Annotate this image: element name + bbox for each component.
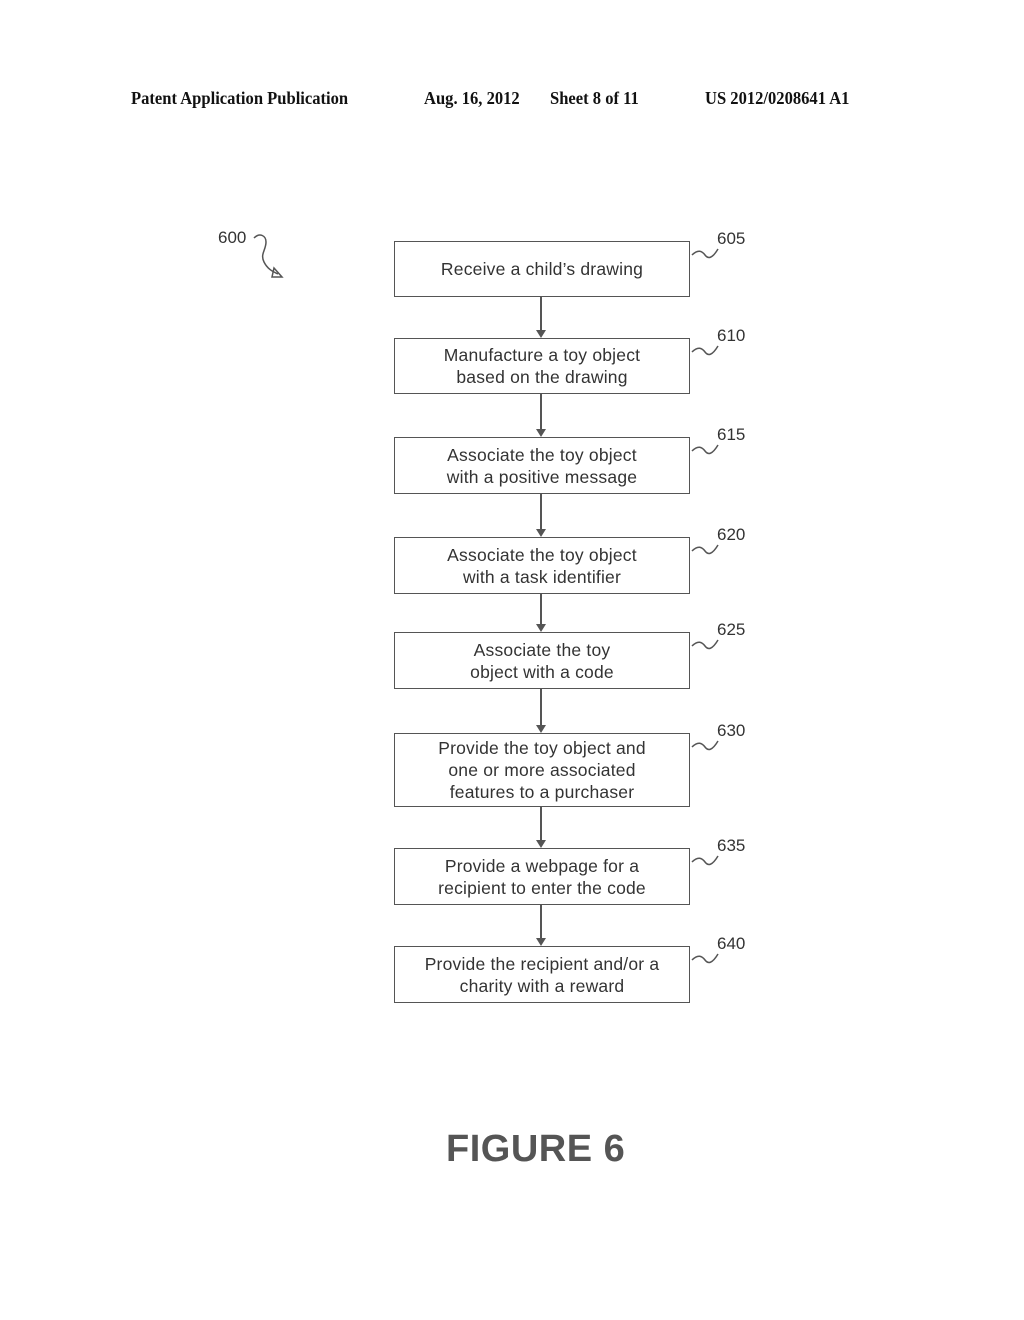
step-text-line: Manufacture a toy object — [443, 345, 641, 365]
flow-arrow — [536, 689, 546, 733]
leader-line-icon — [691, 544, 719, 555]
step-text-line: with a positive message — [446, 466, 638, 487]
step-text-line: one or more associated — [448, 760, 636, 780]
figure-reference-number: 600 — [218, 228, 247, 247]
flow-step-605: Receive a child’s drawing — [394, 241, 690, 297]
step-text-line: Provide a webpage for a — [444, 855, 640, 876]
flow-step-610: Manufacture a toy object based on the dra… — [394, 338, 690, 394]
leader-line-icon — [691, 855, 719, 866]
flow-step-620: Associate the toy object with a task iden… — [394, 537, 690, 594]
step-text-line: Receive a child’s drawing — [440, 259, 644, 279]
step-text-line: Provide the toy object and — [438, 738, 646, 758]
step-text-line: Associate the toy object — [447, 544, 637, 565]
publication-date: Aug. 16, 2012 — [424, 88, 520, 108]
leader-line-icon — [691, 740, 719, 751]
leader-line-icon — [691, 444, 719, 455]
flow-step-640: Provide the recipient and/or a charity wi… — [394, 946, 690, 1003]
step-text-line: recipient to enter the code — [438, 877, 646, 898]
reference-arrow-icon — [253, 234, 284, 278]
flow-arrow — [536, 494, 546, 537]
leader-line-icon — [691, 953, 719, 964]
publication-number: US 2012/0208641 A1 — [705, 88, 850, 108]
step-text-line: features to a purchaser — [449, 782, 635, 802]
step-text-line: Associate the toy — [473, 639, 611, 660]
figure-label: FIGURE 6 — [446, 1128, 626, 1170]
step-text-line: based on the drawing — [456, 367, 628, 387]
step-text-line: charity with a reward — [459, 975, 625, 996]
publication-type: Patent Application Publication — [131, 88, 349, 108]
leader-line-icon — [691, 248, 719, 259]
step-text-line: object with a code — [470, 661, 614, 682]
step-text-line: with a task identifier — [462, 566, 622, 587]
flow-step-635: Provide a webpage for a recipient to ente… — [394, 848, 690, 905]
flow-step-615: Associate the toy object with a positive … — [394, 437, 690, 494]
flow-arrow — [536, 394, 546, 437]
step-text-line: Provide the recipient and/or a — [424, 953, 660, 974]
leader-line-icon — [691, 345, 719, 356]
flow-step-625: Associate the toy object with a code — [394, 632, 690, 689]
flow-arrow — [536, 594, 546, 632]
flow-arrow — [536, 807, 546, 848]
flow-step-630: Provide the toy object and one or more as… — [394, 733, 690, 807]
sheet-number: Sheet 8 of 11 — [550, 88, 639, 108]
flow-arrow — [536, 905, 546, 946]
leader-line-icon — [691, 639, 719, 650]
step-text-line: Associate the toy object — [447, 444, 637, 465]
flow-arrow — [536, 297, 546, 338]
